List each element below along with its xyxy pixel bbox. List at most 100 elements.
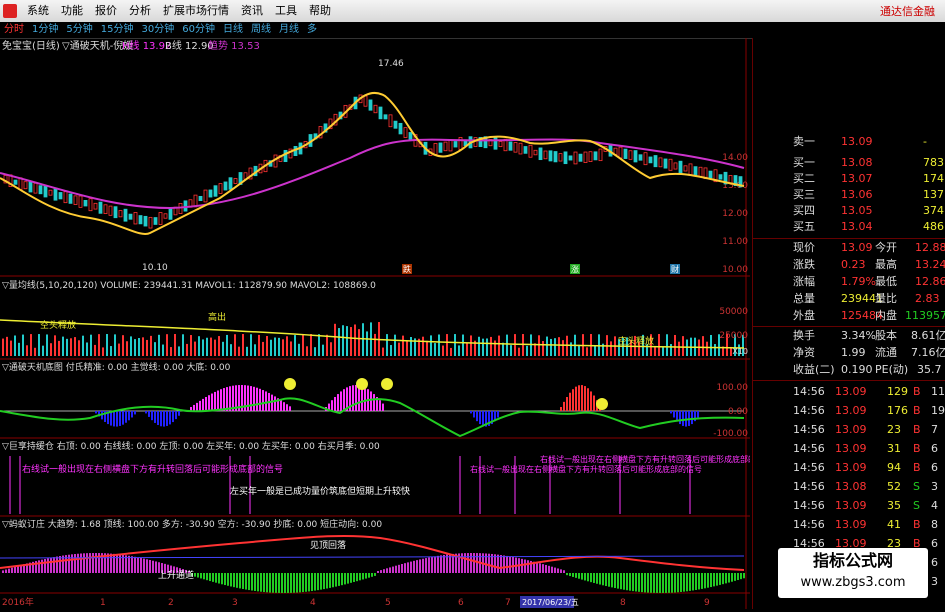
volume-bar xyxy=(394,334,396,356)
app-logo-icon xyxy=(3,4,17,18)
volume-bar xyxy=(558,337,560,356)
volume-bar xyxy=(482,338,484,356)
menu-news[interactable]: 资讯 xyxy=(235,0,269,22)
volume-bar xyxy=(430,335,432,356)
candle xyxy=(623,148,628,159)
menu-system[interactable]: 系统 xyxy=(21,0,55,22)
stat-label: 流通 xyxy=(875,346,897,359)
volume-bar xyxy=(62,336,64,356)
chart-area[interactable]: 免宝宝(日线) ▽通破天机-倪媛 H线 13.92 B线 12.90 趋势 13… xyxy=(0,38,772,609)
signal-panel-header: ▽巨享持缓仓 右顶: 0.00 右线线: 0.00 左顶: 0.00 左买年: … xyxy=(2,440,380,452)
trend-bar xyxy=(425,558,427,573)
trend-bar xyxy=(47,558,49,573)
osc-bar xyxy=(476,411,478,422)
osc-bar xyxy=(116,411,118,427)
volume-bar xyxy=(578,344,580,356)
trend-bar xyxy=(326,573,328,589)
trend-bar xyxy=(677,573,679,593)
osc-bar xyxy=(343,389,345,411)
period-tab-60min[interactable]: 60分钟 xyxy=(178,22,219,38)
period-tab-month[interactable]: 月线 xyxy=(275,22,303,38)
trend-bar xyxy=(413,560,415,573)
volume-bar xyxy=(434,343,436,356)
candle xyxy=(118,210,123,218)
volume-bar xyxy=(670,344,672,356)
osc-bar xyxy=(193,404,195,411)
candle xyxy=(138,215,143,225)
volume-bar xyxy=(554,338,556,356)
volume-bar xyxy=(222,341,224,356)
menu-analysis[interactable]: 分析 xyxy=(123,0,157,22)
order-row: 买五 13.04 486 xyxy=(753,219,945,235)
volume-bar xyxy=(654,346,656,356)
menu-quote[interactable]: 报价 xyxy=(89,0,123,22)
candle xyxy=(448,139,453,152)
chart-svg[interactable]: 免宝宝(日线) ▽通破天机-倪媛 H线 13.92 B线 12.90 趋势 13… xyxy=(0,38,772,609)
watermark-url: www.zbgs3.com xyxy=(800,575,906,590)
osc-bar xyxy=(340,391,342,411)
osc-bar xyxy=(163,411,165,427)
trend-bar xyxy=(710,573,712,588)
osc-bar xyxy=(122,411,124,425)
volume-bar xyxy=(330,342,332,356)
volume-bar xyxy=(154,342,156,356)
trend-bar xyxy=(740,573,742,580)
trend-bar xyxy=(560,569,562,573)
osc-bar xyxy=(382,403,384,411)
volume-bar xyxy=(170,347,172,356)
osc-bar xyxy=(166,411,168,426)
stat-value: 12.86 xyxy=(915,275,945,288)
trend-label-bottom: 上升通道 xyxy=(158,569,194,581)
period-tab-5min[interactable]: 5分钟 xyxy=(62,22,96,38)
candle xyxy=(228,177,233,190)
volume-bar xyxy=(42,345,44,356)
menu-extended-market[interactable]: 扩展市场行情 xyxy=(157,0,235,22)
volume-bar xyxy=(514,334,516,356)
volume-bar xyxy=(610,341,612,356)
trend-bar xyxy=(314,573,316,591)
period-tab-15min[interactable]: 15分钟 xyxy=(97,22,138,38)
menu-function[interactable]: 功能 xyxy=(55,0,89,22)
trend-bar xyxy=(332,573,334,588)
stat-label: 最高 xyxy=(875,258,897,271)
volume-bar xyxy=(586,347,588,356)
volume-bar xyxy=(286,336,288,356)
order-row: 卖一 13.09 - xyxy=(753,134,945,150)
trend-bar xyxy=(467,553,469,573)
stat2-row: 收益(二) 0.190 PE(动) 35.7 xyxy=(753,362,945,378)
period-tab-minute[interactable]: 分时 xyxy=(0,22,28,38)
trade-price: 13.09 xyxy=(835,461,867,474)
volume-bar xyxy=(82,335,84,356)
trend-bar xyxy=(371,573,373,577)
candle xyxy=(523,146,528,154)
stat2-row: 净资 1.99 流通 7.16亿 xyxy=(753,345,945,361)
trend-bar xyxy=(419,559,421,573)
osc-bar xyxy=(355,385,357,411)
trade-row: 14:56 13.09 94 B 6 xyxy=(753,460,945,476)
volume-bar xyxy=(226,334,228,356)
period-tab-1min[interactable]: 1分钟 xyxy=(28,22,62,38)
trend-bar xyxy=(698,573,700,590)
osc-bar xyxy=(697,411,699,418)
trend-bar xyxy=(527,560,529,573)
period-tab-30min[interactable]: 30分钟 xyxy=(137,22,178,38)
period-tab-more[interactable]: 多 xyxy=(303,22,321,38)
candle xyxy=(708,170,713,179)
menu-help[interactable]: 帮助 xyxy=(303,0,337,22)
trend-bar xyxy=(422,558,424,573)
trend-bar xyxy=(548,565,550,573)
volume-bar xyxy=(494,340,496,356)
period-tab-day[interactable]: 日线 xyxy=(219,22,247,38)
menu-tools[interactable]: 工具 xyxy=(269,0,303,22)
trend-bar xyxy=(284,573,286,593)
volume-bar xyxy=(338,328,340,356)
trend-bar xyxy=(365,573,367,579)
candle xyxy=(68,193,73,204)
trend-bar xyxy=(86,553,88,573)
period-tab-week[interactable]: 周线 xyxy=(247,22,275,38)
osc-bar xyxy=(364,387,366,411)
trend-bar xyxy=(605,573,607,587)
stat-value: 35.7 xyxy=(917,363,942,376)
volume-bar xyxy=(78,340,80,356)
osc-bar xyxy=(151,411,153,421)
